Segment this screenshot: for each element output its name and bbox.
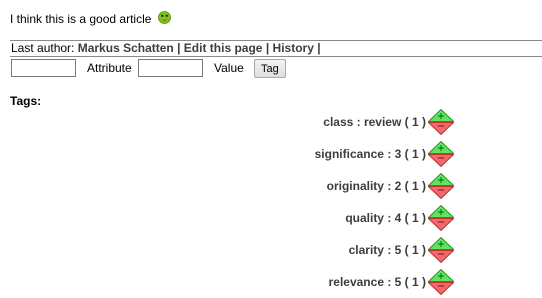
tags-heading: Tags:	[10, 94, 42, 108]
vote-down-icon[interactable]	[428, 154, 454, 167]
vote-up-icon[interactable]	[428, 173, 454, 186]
vote-down-icon[interactable]	[428, 218, 454, 231]
vote-up-icon[interactable]	[428, 109, 454, 122]
tag-label: quality : 4 ( 1 )	[345, 211, 426, 225]
attribute-input[interactable]	[11, 59, 76, 77]
attribute-label: Attribute	[87, 61, 132, 75]
tag-label: clarity : 5 ( 1 )	[348, 243, 426, 257]
comment-text: I think this is a good article	[10, 12, 152, 26]
author-link[interactable]: Markus Schatten	[78, 41, 174, 55]
author-bar: Last author: Markus Schatten | Edit this…	[11, 42, 321, 55]
separator: |	[177, 41, 181, 55]
separator: |	[265, 41, 270, 55]
tag-row: clarity : 5 ( 1 )	[320, 235, 460, 265]
vote-up-icon[interactable]	[428, 269, 454, 282]
vote-up-icon[interactable]	[428, 237, 454, 250]
tag-row: significance : 3 ( 1 )	[315, 139, 460, 169]
vote-down-icon[interactable]	[428, 186, 454, 199]
tag-row: originality : 2 ( 1 )	[320, 171, 460, 201]
bottom-divider	[10, 56, 542, 57]
tag-row: relevance : 5 ( 1 )	[320, 267, 460, 297]
tag-button[interactable]: Tag	[254, 59, 286, 78]
history-link[interactable]: History	[273, 41, 314, 55]
value-label: Value	[214, 61, 244, 75]
tag-label: relevance : 5 ( 1 )	[328, 275, 426, 289]
value-input[interactable]	[138, 59, 203, 77]
edit-page-link[interactable]: Edit this page	[184, 41, 263, 55]
vote-down-icon[interactable]	[428, 122, 454, 135]
vote-down-icon[interactable]	[428, 250, 454, 263]
vote-down-icon[interactable]	[428, 282, 454, 295]
last-author-label: Last author:	[11, 41, 75, 55]
comment: I think this is a good article	[10, 11, 171, 26]
tag-label: originality : 2 ( 1 )	[326, 179, 426, 193]
vote-up-icon[interactable]	[428, 205, 454, 218]
tag-label: significance : 3 ( 1 )	[314, 147, 426, 161]
tag-label: class : review ( 1 )	[323, 115, 426, 129]
tag-row: quality : 4 ( 1 )	[320, 203, 460, 233]
separator: |	[317, 41, 321, 55]
smiley-icon	[157, 11, 171, 24]
tag-row: class : review ( 1 )	[320, 107, 460, 137]
vote-up-icon[interactable]	[428, 141, 454, 154]
